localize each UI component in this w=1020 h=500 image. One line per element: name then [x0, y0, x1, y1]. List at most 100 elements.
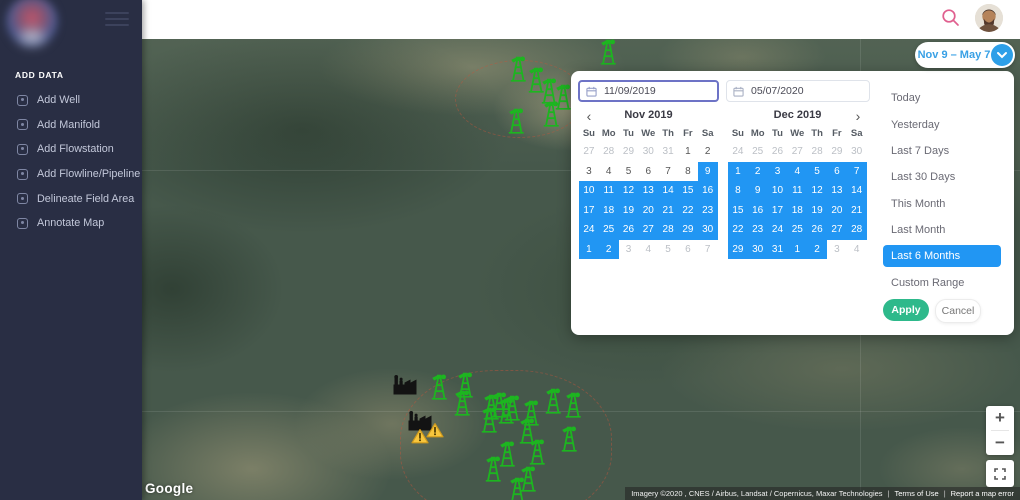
calendar-day-cell[interactable]: 4 — [599, 162, 619, 182]
calendar-day-cell[interactable]: 24 — [767, 220, 788, 240]
calendar-day-cell[interactable]: 17 — [767, 200, 788, 220]
calendar-day-cell[interactable]: 30 — [847, 142, 867, 162]
calendar-day-cell[interactable]: 1 — [728, 161, 748, 181]
calendar-day-cell[interactable]: 4 — [847, 240, 867, 260]
calendar-day-cell[interactable]: 1 — [787, 239, 808, 259]
quick-option-today[interactable]: Today — [883, 85, 1001, 111]
calendar-day-cell[interactable]: 1 — [579, 239, 599, 259]
calendar-day-cell[interactable]: 3 — [767, 161, 788, 181]
fullscreen-button[interactable] — [986, 460, 1014, 487]
calendar-day-cell[interactable]: 18 — [787, 200, 808, 220]
calendar-day-cell[interactable]: 2 — [747, 161, 768, 181]
sidebar-item-add-flowstation[interactable]: Add Flowstation — [0, 137, 142, 162]
cancel-button[interactable]: Cancel — [935, 299, 981, 323]
calendar-day-cell[interactable]: 22 — [728, 220, 748, 240]
calendar-day-cell[interactable]: 4 — [787, 161, 808, 181]
calendar-day-cell[interactable]: 25 — [598, 220, 619, 240]
search-icon[interactable] — [941, 8, 960, 27]
calendar-day-cell[interactable]: 8 — [728, 181, 748, 201]
quick-option-last-7-days[interactable]: Last 7 Days — [883, 138, 1001, 164]
calendar-day-cell[interactable]: 16 — [747, 200, 768, 220]
calendar-day-cell[interactable]: 26 — [768, 142, 788, 162]
calendar-day-cell[interactable]: 23 — [697, 200, 718, 220]
apply-button[interactable]: Apply — [883, 299, 929, 321]
calendar-day-cell[interactable]: 3 — [827, 240, 847, 260]
calendar-day-cell[interactable]: 15 — [728, 200, 748, 220]
calendar-day-cell[interactable]: 29 — [827, 142, 847, 162]
calendar-day-cell[interactable]: 24 — [728, 142, 748, 162]
calendar-day-cell[interactable]: 30 — [638, 142, 658, 162]
calendar-day-cell[interactable]: 25 — [748, 142, 768, 162]
calendar-day-cell[interactable]: 29 — [728, 239, 748, 259]
calendar-day-cell[interactable]: 21 — [658, 200, 678, 220]
calendar-day-cell[interactable]: 7 — [846, 161, 867, 181]
calendar-day-cell[interactable]: 23 — [747, 220, 768, 240]
calendar-day-cell[interactable]: 28 — [807, 142, 827, 162]
calendar-day-cell[interactable]: 6 — [678, 240, 698, 260]
zoom-out-button[interactable]: − — [986, 431, 1014, 455]
well-marker[interactable] — [600, 39, 616, 65]
calendar-day-cell[interactable]: 28 — [599, 142, 619, 162]
well-marker[interactable] — [545, 387, 561, 414]
quick-option-this-month[interactable]: This Month — [883, 191, 1001, 217]
well-marker[interactable] — [565, 391, 581, 418]
calendar-day-cell[interactable]: 20 — [826, 200, 847, 220]
end-date-input[interactable] — [744, 85, 869, 97]
calendar-day-cell[interactable]: 19 — [807, 200, 827, 220]
well-marker[interactable] — [561, 425, 577, 452]
sidebar-item-annotate-map[interactable]: Annotate Map — [0, 211, 142, 236]
well-marker[interactable] — [504, 394, 520, 421]
sidebar-item-add-well[interactable]: Add Well — [0, 88, 142, 113]
calendar-day-cell[interactable]: 5 — [807, 161, 827, 181]
calendar-day-cell[interactable]: 27 — [638, 220, 659, 240]
calendar-day-cell[interactable]: 25 — [787, 220, 808, 240]
calendar-day-cell[interactable]: 26 — [618, 220, 639, 240]
calendar-day-cell[interactable]: 4 — [638, 240, 658, 260]
flowstation-marker[interactable] — [392, 375, 418, 395]
calendar-day-cell[interactable]: 2 — [698, 142, 718, 162]
menu-icon[interactable] — [105, 12, 129, 30]
terms-link[interactable]: Terms of Use — [895, 489, 939, 498]
well-marker[interactable] — [431, 373, 447, 400]
well-marker[interactable] — [510, 55, 526, 82]
sidebar-item-add-manifold[interactable]: Add Manifold — [0, 113, 142, 138]
calendar-day-cell[interactable]: 14 — [658, 181, 678, 201]
calendar-day-cell[interactable]: 17 — [579, 200, 599, 220]
sidebar-item-add-flowline-pipeline[interactable]: Add Flowline/Pipeline — [0, 162, 142, 187]
user-avatar[interactable] — [975, 4, 1003, 32]
report-link[interactable]: Report a map error — [951, 489, 1014, 498]
calendar-day-cell[interactable]: 7 — [698, 240, 718, 260]
well-marker[interactable] — [529, 438, 545, 465]
calendar-day-cell[interactable]: 6 — [638, 162, 658, 182]
calendar-day-cell[interactable]: 3 — [579, 162, 599, 182]
calendar-day-cell[interactable]: 30 — [747, 239, 768, 259]
calendar-day-cell[interactable]: 27 — [826, 220, 847, 240]
quick-option-last-6-months[interactable]: Last 6 Months — [883, 245, 1001, 268]
well-marker[interactable] — [508, 107, 524, 134]
calendar-day-cell[interactable]: 11 — [787, 181, 808, 201]
calendar-day-cell[interactable]: 8 — [678, 162, 698, 182]
well-marker[interactable] — [509, 476, 525, 500]
calendar-day-cell[interactable]: 27 — [579, 142, 599, 162]
warning-marker[interactable] — [426, 422, 444, 438]
well-marker[interactable] — [499, 440, 515, 467]
calendar-day-cell[interactable]: 12 — [807, 181, 827, 201]
calendar-day-cell[interactable]: 5 — [658, 240, 678, 260]
calendar-day-cell[interactable]: 19 — [618, 200, 639, 220]
calendar-day-cell[interactable]: 28 — [658, 220, 678, 240]
date-range-pill[interactable]: Nov 9 – May 7 — [915, 42, 1015, 68]
calendar-day-cell[interactable]: 29 — [619, 142, 639, 162]
calendar-day-cell[interactable]: 2 — [598, 239, 619, 259]
calendar-day-cell[interactable]: 26 — [807, 220, 827, 240]
calendar-day-cell[interactable]: 9 — [697, 161, 718, 181]
calendar-day-cell[interactable]: 31 — [658, 142, 678, 162]
calendar-day-cell[interactable]: 5 — [619, 162, 639, 182]
calendar-day-cell[interactable]: 31 — [767, 239, 788, 259]
calendar-day-cell[interactable]: 10 — [579, 181, 599, 201]
calendar-day-cell[interactable]: 18 — [598, 200, 619, 220]
calendar-day-cell[interactable]: 30 — [697, 220, 718, 240]
calendar-day-cell[interactable]: 29 — [677, 220, 698, 240]
calendar-day-cell[interactable]: 20 — [638, 200, 659, 220]
calendar-day-cell[interactable]: 27 — [787, 142, 807, 162]
sidebar-item-delineate-field-area[interactable]: Delineate Field Area — [0, 186, 142, 211]
